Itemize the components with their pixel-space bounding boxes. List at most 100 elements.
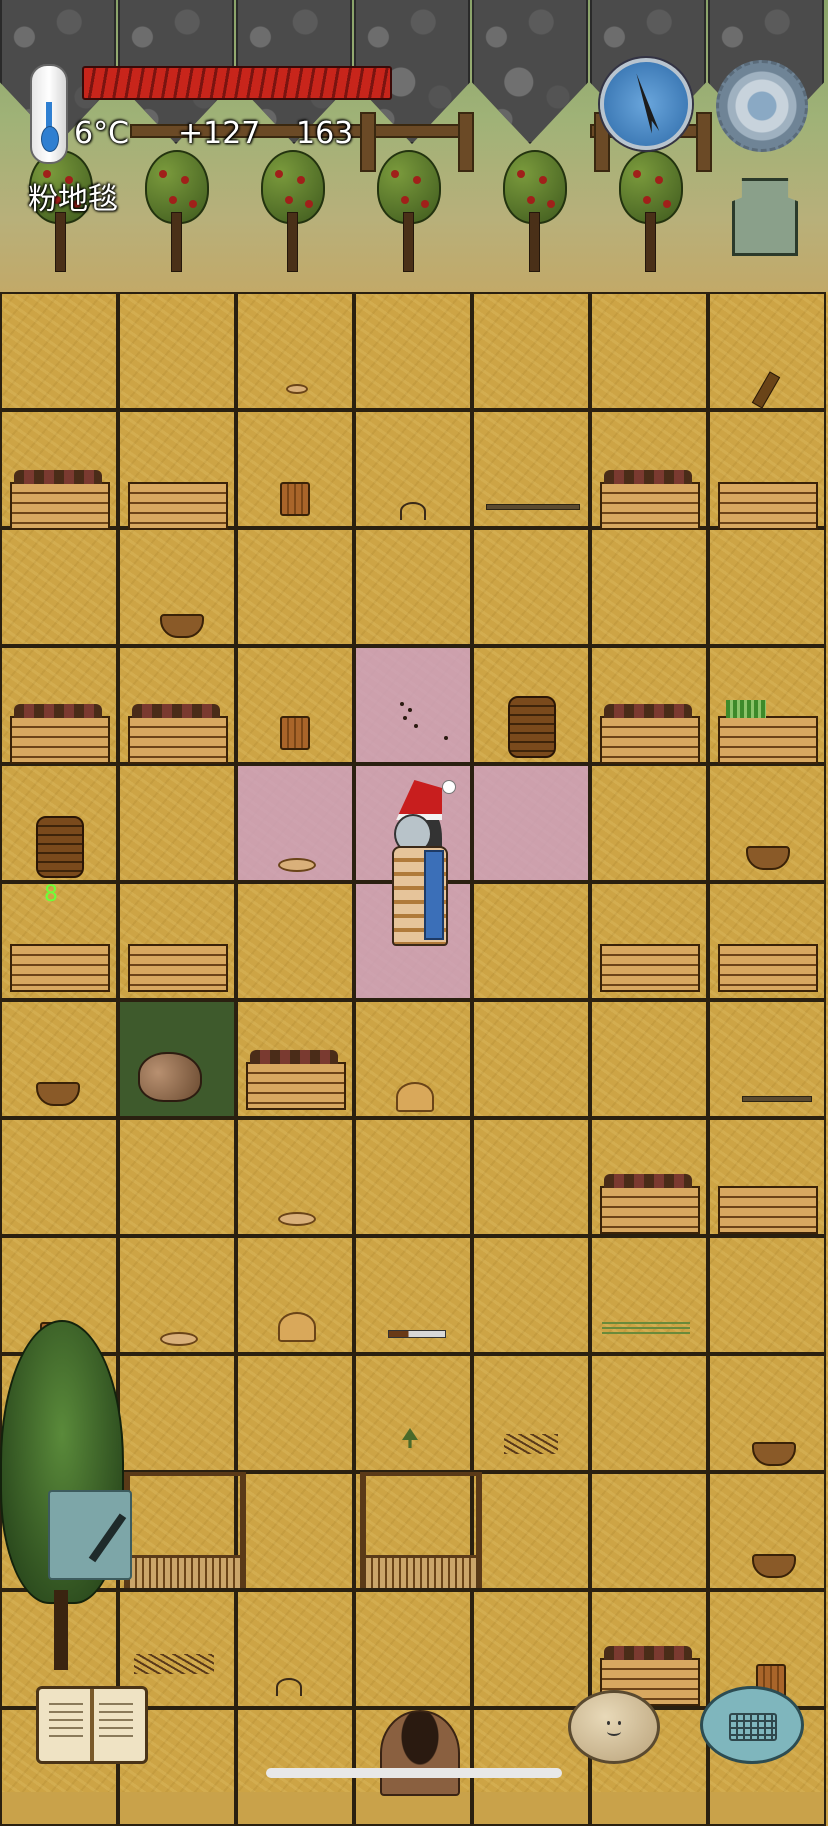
- wooden-crate[interactable]: [718, 1186, 818, 1234]
- ground-tile[interactable]: [472, 1472, 590, 1590]
- ground-tile[interactable]: [236, 882, 354, 1000]
- home-indicator[interactable]: [266, 1768, 562, 1778]
- ground-tile[interactable]: [708, 1236, 826, 1354]
- ground-tile[interactable]: [118, 1354, 236, 1472]
- crate-of-food[interactable]: [600, 704, 700, 764]
- fence-pen[interactable]: [124, 1472, 246, 1588]
- wooden-bucket[interactable]: [280, 482, 310, 516]
- ground-tile[interactable]: [472, 292, 590, 410]
- compass-needle: [633, 72, 660, 133]
- fence-pen[interactable]: [360, 1472, 482, 1588]
- note-button[interactable]: [48, 1490, 132, 1580]
- crate-of-carrots[interactable]: [718, 700, 818, 764]
- seeds[interactable]: [400, 702, 450, 742]
- ground-tile[interactable]: [472, 1000, 590, 1118]
- food-bar: [82, 66, 392, 100]
- barrel[interactable]: [36, 816, 84, 878]
- berry-bush[interactable]: [498, 150, 568, 272]
- berry-bush[interactable]: [614, 150, 684, 272]
- wooden-crate[interactable]: [600, 944, 700, 992]
- ground-tile[interactable]: [590, 1236, 708, 1354]
- thermometer-icon: [30, 64, 68, 164]
- rabbit[interactable]: [138, 1052, 202, 1102]
- ground-tile[interactable]: [354, 528, 472, 646]
- knife[interactable]: [388, 1330, 446, 1338]
- ground-tile[interactable]: [354, 1118, 472, 1236]
- crate-of-food[interactable]: [600, 1174, 700, 1234]
- rope[interactable]: [400, 502, 426, 520]
- ground-tile[interactable]: [354, 292, 472, 410]
- ground-tile[interactable]: [118, 764, 236, 882]
- ground-tile[interactable]: [590, 292, 708, 410]
- ground-tile[interactable]: [118, 1118, 236, 1236]
- emote-button[interactable]: [568, 1690, 660, 1764]
- stone-wall: [472, 0, 588, 144]
- ground-tile[interactable]: [590, 528, 708, 646]
- ground-tile[interactable]: [354, 1590, 472, 1708]
- face-icon: [607, 1721, 621, 1736]
- ground-tile[interactable]: [590, 1472, 708, 1590]
- ground-tile[interactable]: [472, 410, 590, 528]
- pie[interactable]: [396, 1082, 434, 1112]
- ground-tile[interactable]: [590, 1000, 708, 1118]
- ground-tile[interactable]: [472, 882, 590, 1000]
- wooden-crate[interactable]: [718, 482, 818, 530]
- crate-of-food[interactable]: [10, 704, 110, 764]
- standing-on-label: 粉地毯: [28, 182, 118, 217]
- ground-tile[interactable]: [590, 1354, 708, 1472]
- ground-tile[interactable]: [472, 1236, 590, 1354]
- gear-icon[interactable]: [716, 60, 808, 152]
- adobe-oven[interactable]: [380, 1710, 460, 1796]
- ground-tile[interactable]: [472, 528, 590, 646]
- pink-rug-tile[interactable]: [472, 764, 590, 882]
- long-shaft[interactable]: [742, 1096, 812, 1102]
- flatbread[interactable]: [278, 1212, 316, 1226]
- crate-of-food[interactable]: [128, 704, 228, 764]
- berry-bush[interactable]: [256, 150, 326, 272]
- rope[interactable]: [276, 1678, 302, 1696]
- berry-bush[interactable]: [140, 150, 210, 272]
- pie-stack[interactable]: [278, 1312, 316, 1342]
- chat-button[interactable]: [700, 1686, 804, 1764]
- wooden-crate[interactable]: [128, 482, 228, 530]
- crate-of-food[interactable]: [246, 1050, 346, 1110]
- ground-tile[interactable]: [708, 528, 826, 646]
- yum-bonus-readout: +127: [178, 116, 261, 151]
- santa-hat: [396, 780, 442, 820]
- flatbread[interactable]: [278, 858, 316, 872]
- ground-tile[interactable]: [236, 1354, 354, 1472]
- ground-tile[interactable]: [0, 292, 118, 410]
- tech-tree-button[interactable]: [36, 1686, 148, 1764]
- ground-tile[interactable]: [354, 1354, 472, 1472]
- ground-tile[interactable]: [236, 528, 354, 646]
- wooden-bucket[interactable]: [280, 716, 310, 750]
- wooden-crate[interactable]: [10, 944, 110, 992]
- ground-tile[interactable]: [118, 292, 236, 410]
- long-shaft[interactable]: [486, 504, 580, 510]
- flatbread[interactable]: [286, 384, 308, 394]
- wooden-crate[interactable]: [718, 944, 818, 992]
- kindling[interactable]: [134, 1654, 214, 1674]
- ground-tile[interactable]: [472, 1590, 590, 1708]
- ground-tile[interactable]: [472, 1118, 590, 1236]
- flatbread[interactable]: [160, 1332, 198, 1346]
- totem-icon[interactable]: [732, 178, 798, 256]
- berry-bush[interactable]: [372, 150, 442, 272]
- ground-tile[interactable]: [590, 764, 708, 882]
- player-character[interactable]: [380, 780, 458, 956]
- blue-scarf: [424, 850, 444, 940]
- ground-tile[interactable]: [236, 1708, 354, 1826]
- compass-icon[interactable]: [600, 58, 692, 150]
- wooden-crate[interactable]: [128, 944, 228, 992]
- ground-tile[interactable]: [0, 1118, 118, 1236]
- crate-of-food[interactable]: [600, 470, 700, 530]
- kindling[interactable]: [504, 1434, 558, 1454]
- keyboard-icon: [729, 1713, 777, 1741]
- barrel[interactable]: [508, 696, 556, 758]
- ground-tile[interactable]: [236, 1472, 354, 1590]
- fence-post: [696, 112, 712, 172]
- crate-of-food[interactable]: [10, 470, 110, 530]
- ground-tile[interactable]: [0, 528, 118, 646]
- ground-tile[interactable]: [472, 1354, 590, 1472]
- bundle-of-reeds[interactable]: [602, 1322, 690, 1336]
